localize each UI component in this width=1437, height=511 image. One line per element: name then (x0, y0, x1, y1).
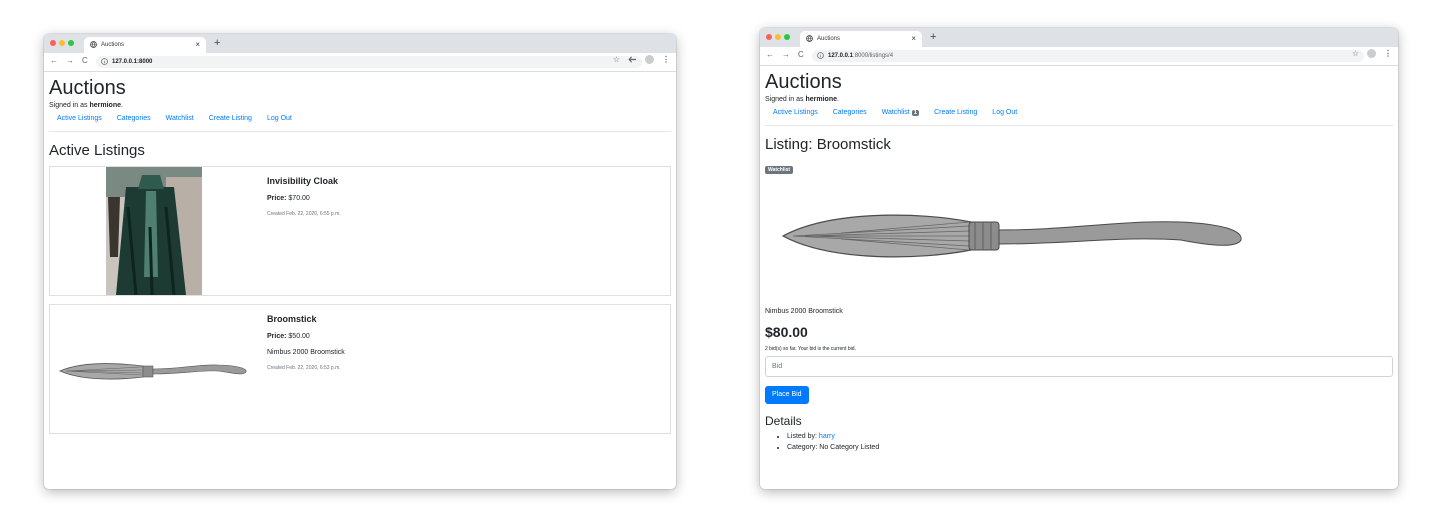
site-title: Auctions (49, 77, 126, 99)
nav-categories[interactable]: Categories (117, 115, 151, 122)
page-title: Active Listings (49, 142, 145, 159)
watchlist-count-badge: 1 (911, 110, 920, 116)
forward-icon[interactable]: → (782, 50, 790, 59)
listing-info: Invisibility Cloak Price: $70.00 Created… (267, 176, 341, 217)
zoom-window-button[interactable] (784, 34, 790, 40)
reload-icon[interactable]: C (798, 50, 804, 59)
address-bar[interactable]: 127.0.0.1:8000/listings/4 (812, 50, 1364, 62)
toolbar-actions: ☆ ⋮ (1352, 49, 1392, 58)
listing-description: Nimbus 2000 Broomstick (765, 308, 843, 315)
listing-price: Price: $50.00 (267, 333, 310, 340)
url-text: 127.0.0.1:8000 (112, 59, 153, 65)
nav-active-listings[interactable]: Active Listings (57, 115, 102, 122)
site-title: Auctions (765, 71, 842, 93)
close-tab-icon[interactable]: × (195, 37, 200, 53)
username: hermione (89, 102, 121, 109)
tab-strip: Auctions × + (44, 34, 676, 53)
profile-avatar-icon[interactable] (1367, 49, 1376, 58)
close-window-button[interactable] (766, 34, 772, 40)
bid-input[interactable]: Bid (765, 356, 1393, 377)
nav-watchlist[interactable]: Watchlist 1 (882, 109, 920, 116)
listed-by-user-link[interactable]: harry (819, 433, 835, 440)
details-list: Listed by: harry Category: No Category L… (765, 431, 1393, 453)
tab-strip: Auctions × + (760, 28, 1398, 47)
page-content: Auctions Signed in as hermione. Active L… (44, 76, 676, 434)
window-controls (766, 34, 790, 40)
nav-active-listings[interactable]: Active Listings (773, 109, 818, 116)
browser-menu-icon[interactable]: ⋮ (662, 55, 670, 64)
forward-icon[interactable]: → (66, 56, 74, 65)
nav-create-listing[interactable]: Create Listing (209, 115, 252, 122)
close-window-button[interactable] (50, 40, 56, 46)
watchlist-badge: Watchlist (765, 166, 794, 174)
tab-title: Auctions (101, 42, 125, 48)
profile-avatar-icon[interactable] (645, 55, 654, 64)
tab-title: Auctions (817, 36, 841, 42)
listing-title[interactable]: Broomstick (267, 314, 345, 324)
page-content: Auctions Signed in as hermione. Active L… (760, 70, 1398, 453)
listing-card[interactable]: Broomstick Price: $50.00 Nimbus 2000 Bro… (49, 304, 671, 434)
back-icon[interactable]: ← (50, 56, 58, 65)
info-icon[interactable] (817, 52, 824, 59)
listing-info: Broomstick Price: $50.00 Nimbus 2000 Bro… (267, 314, 345, 371)
current-price: $80.00 (765, 324, 808, 340)
signed-in-text: Signed in as hermione. (49, 102, 123, 109)
toolbar-actions: ☆ ⋮ (613, 55, 670, 64)
browser-toolbar: ← → C 127.0.0.1:8000 ☆ ⋮ (44, 53, 676, 72)
signed-in-text: Signed in as hermione. (765, 96, 839, 103)
username: hermione (805, 96, 837, 103)
minimize-window-button[interactable] (775, 34, 781, 40)
nav-create-listing[interactable]: Create Listing (934, 109, 977, 116)
globe-icon (90, 41, 97, 48)
info-icon[interactable] (101, 58, 108, 65)
divider (765, 125, 1393, 126)
address-bar[interactable]: 127.0.0.1:8000 (96, 56, 642, 68)
new-tab-button[interactable]: + (214, 35, 220, 51)
nav-links: Active Listings Categories Watchlist 1 Cr… (765, 109, 1393, 116)
page-title: Listing: Broomstick (765, 136, 891, 153)
browser-tab[interactable]: Auctions × (800, 31, 922, 47)
category-item: Category: No Category Listed (787, 442, 1393, 453)
nav-watchlist[interactable]: Watchlist (166, 115, 194, 122)
listing-created: Created Feb. 22, 2020, 6:55 p.m. (267, 211, 341, 217)
place-bid-button[interactable]: Place Bid (765, 386, 809, 404)
listing-title[interactable]: Invisibility Cloak (267, 176, 341, 186)
window-controls (50, 40, 74, 46)
listed-by-item: Listed by: harry (787, 431, 1393, 442)
listing-price: Price: $70.00 (267, 195, 310, 202)
browser-tab[interactable]: Auctions × (84, 37, 206, 53)
browser-window-index: Auctions × + ← → C 127.0.0.1:8000 ☆ ⋮ Au… (44, 34, 676, 489)
reload-icon[interactable]: C (82, 56, 88, 65)
divider (49, 131, 671, 132)
browser-menu-icon[interactable]: ⋮ (1384, 49, 1392, 58)
minimize-window-button[interactable] (59, 40, 65, 46)
listing-created: Created Feb. 22, 2020, 6:53 p.m. (267, 365, 341, 371)
bookmark-star-icon[interactable]: ☆ (613, 55, 620, 64)
close-tab-icon[interactable]: × (911, 31, 916, 47)
nav-log-out[interactable]: Log Out (267, 115, 292, 122)
broomstick-image (58, 363, 247, 380)
cast-icon[interactable] (628, 56, 637, 63)
new-tab-button[interactable]: + (930, 29, 936, 45)
globe-icon (806, 35, 813, 42)
url-text: 127.0.0.1:8000/listings/4 (828, 53, 894, 59)
cloak-image (106, 167, 202, 295)
broomstick-image (781, 214, 1242, 258)
back-icon[interactable]: ← (766, 50, 774, 59)
nav-categories[interactable]: Categories (833, 109, 867, 116)
bid-info: 2 bid(s) so far. Your bid is the current… (765, 346, 856, 352)
zoom-window-button[interactable] (68, 40, 74, 46)
bookmark-star-icon[interactable]: ☆ (1352, 49, 1359, 58)
nav-log-out[interactable]: Log Out (992, 109, 1017, 116)
listing-description: Nimbus 2000 Broomstick (267, 349, 345, 356)
browser-toolbar: ← → C 127.0.0.1:8000/listings/4 ☆ ⋮ (760, 47, 1398, 66)
listing-card[interactable]: Invisibility Cloak Price: $70.00 Created… (49, 166, 671, 296)
browser-window-listing: Auctions × + ← → C 127.0.0.1:8000/listin… (760, 28, 1398, 489)
nav-links: Active Listings Categories Watchlist Cre… (49, 115, 671, 122)
details-heading: Details (765, 414, 802, 428)
